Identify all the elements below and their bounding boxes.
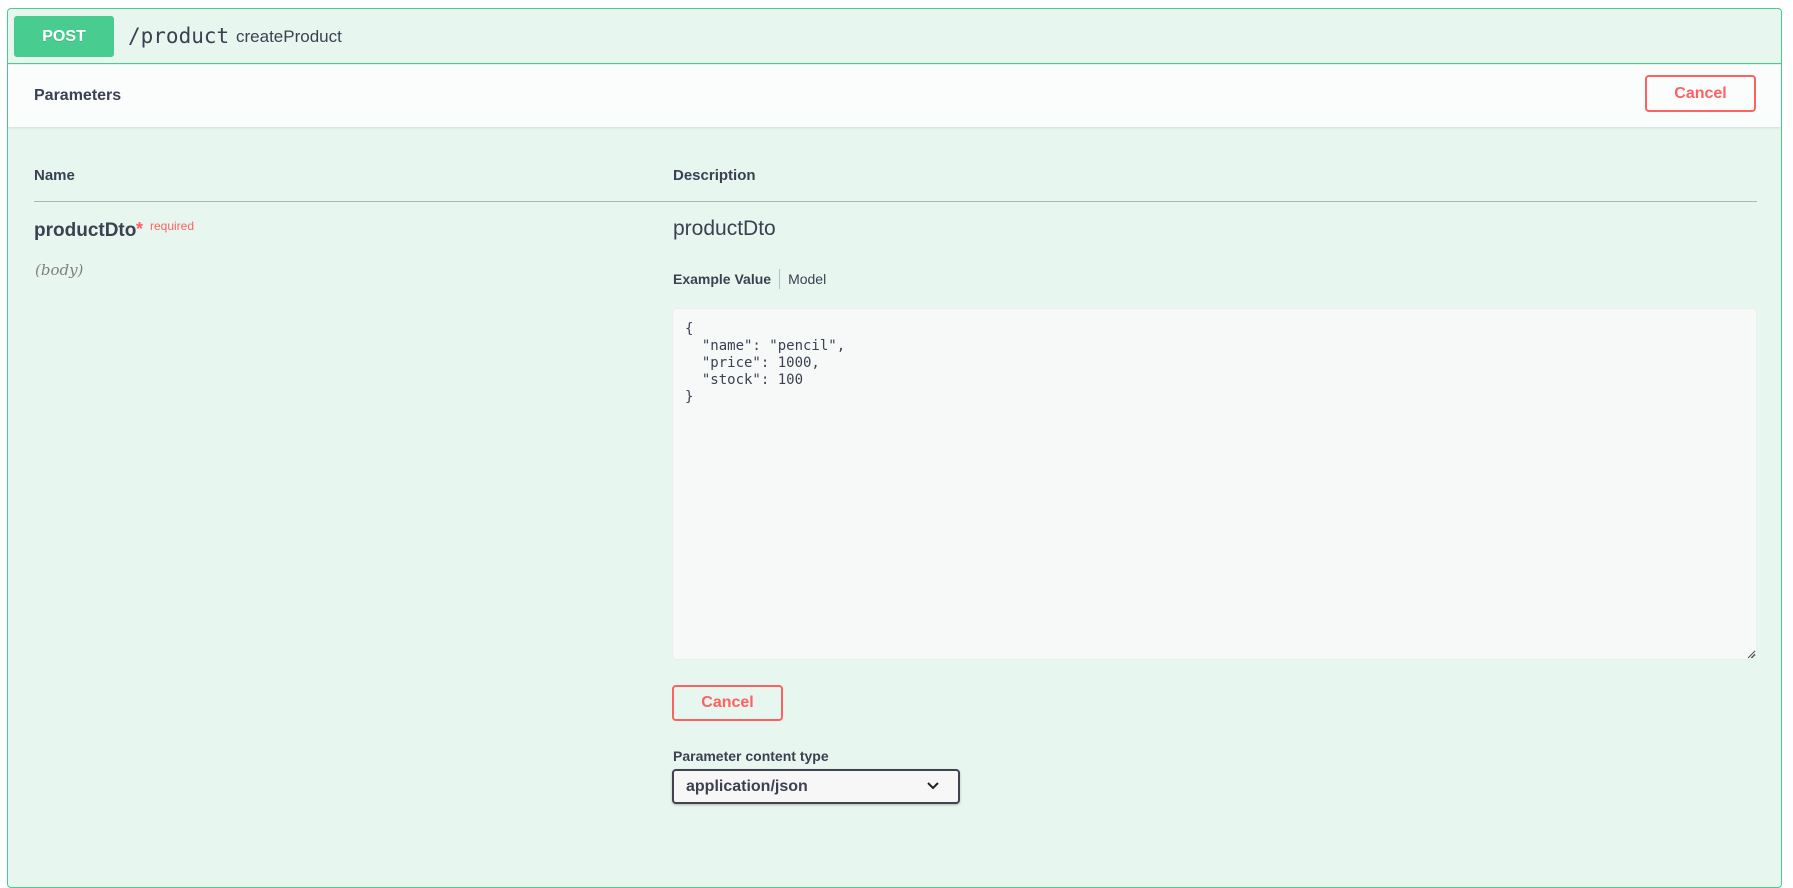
example-model-tabs: Example Value Model [673,269,826,289]
parameters-section-header: Parameters Cancel [8,65,1781,127]
schema-name: productDto [673,217,776,240]
description-column-header: Description [673,167,756,184]
operation-block-post-product: POST /product createProduct Parameters C… [7,8,1782,888]
chevron-down-icon [927,782,939,790]
parameter-location: (body) [35,261,84,279]
operation-summary-text: createProduct [236,27,342,46]
tab-divider [779,269,781,289]
parameters-title: Parameters [34,87,122,104]
method-badge: POST [14,16,114,57]
operation-path: /product [128,24,230,48]
content-type-value: application/json [686,777,808,795]
tab-example-value[interactable]: Example Value [673,271,771,287]
cancel-try-out-button[interactable]: Cancel [1645,75,1756,112]
parameter-name: productDto [34,220,137,241]
name-column-header: Name [34,167,75,184]
cancel-button[interactable]: Cancel [672,685,783,721]
required-label: required [150,219,195,233]
request-body-editor[interactable]: { "name": "pencil", "price": 1000, "stoc… [672,308,1757,660]
content-type-select[interactable]: application/json [672,769,960,804]
operation-summary[interactable]: POST /product createProduct [8,9,1781,64]
required-star: * [136,219,144,239]
header-divider [34,201,1757,202]
tab-model[interactable]: Model [788,271,826,287]
resize-handle-icon[interactable] [1746,649,1756,659]
content-type-label: Parameter content type [673,748,829,764]
